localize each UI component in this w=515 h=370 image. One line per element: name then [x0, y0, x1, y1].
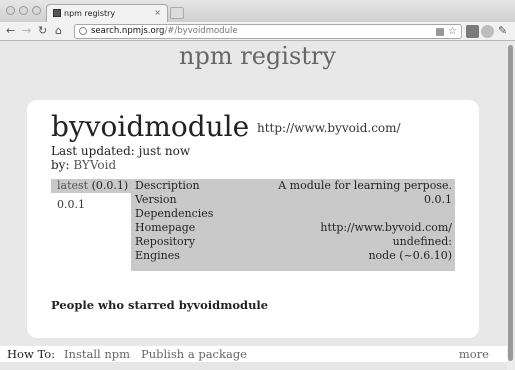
info-row-repository: Repository undefined:	[131, 235, 455, 249]
bookmark-star-icon[interactable]: ☆	[448, 25, 457, 38]
author-link[interactable]: BYVoid	[73, 158, 116, 172]
info-key: Repository	[135, 235, 196, 248]
publish-package-link[interactable]: Publish a package	[141, 346, 247, 362]
latest-version-tag[interactable]: latest (0.0.1)	[51, 179, 131, 193]
info-value: A module for learning perpose.	[278, 179, 452, 192]
browser-toolbar: ← → ↻ ⌂ search.npmjs.org/#/byvoidmodule …	[0, 22, 515, 41]
howto-label: How To:	[7, 347, 56, 361]
zoom-window-icon[interactable]	[32, 6, 41, 15]
window-titlebar: npm registry ×	[0, 0, 515, 22]
homepage-link[interactable]: http://www.byvoid.com/	[320, 221, 452, 235]
versions-list: latest (0.0.1) 0.0.1	[51, 179, 131, 211]
page-bottom	[0, 362, 515, 370]
tab-close-icon[interactable]: ×	[154, 8, 161, 17]
package-info-table: Description A module for learning perpos…	[131, 179, 455, 271]
wrench-icon[interactable]: ✎	[498, 25, 507, 37]
close-window-icon[interactable]	[6, 6, 15, 15]
site-title: npm registry	[179, 42, 336, 70]
info-value: 0.0.1	[424, 193, 452, 206]
back-arrow-icon[interactable]: ←	[6, 25, 15, 37]
npm-favicon-icon	[53, 9, 61, 17]
rss-icon[interactable]	[436, 28, 444, 36]
reload-icon[interactable]: ↻	[38, 25, 47, 37]
info-value: undefined:	[392, 235, 452, 248]
extension-icon[interactable]	[481, 25, 494, 38]
info-row-version: Version 0.0.1	[131, 193, 455, 207]
address-bar-url: search.npmjs.org/#/byvoidmodule	[91, 26, 238, 36]
info-key: Engines	[135, 249, 180, 262]
home-icon[interactable]: ⌂	[55, 25, 62, 37]
forward-arrow-icon[interactable]: →	[22, 25, 31, 37]
scrollbar-thumb[interactable]	[508, 45, 513, 361]
module-homepage-link[interactable]: http://www.byvoid.com/	[257, 121, 401, 135]
new-tab-button[interactable]	[170, 7, 184, 19]
minimize-window-icon[interactable]	[19, 6, 28, 15]
vertical-scrollbar[interactable]	[507, 41, 515, 370]
browser-tab[interactable]: npm registry ×	[46, 4, 168, 22]
info-row-description: Description A module for learning perpos…	[131, 179, 455, 193]
info-value: node (~0.6.10)	[368, 249, 452, 262]
info-key: Version	[135, 193, 177, 206]
install-npm-link[interactable]: Install npm	[64, 346, 130, 362]
more-link[interactable]: more	[459, 346, 489, 362]
last-updated: Last updated: just now	[51, 144, 191, 158]
author-line: by: BYVoid	[51, 158, 117, 172]
tab-title: npm registry	[64, 9, 116, 18]
page-info-icon[interactable]	[79, 27, 87, 35]
module-name: byvoidmodule	[51, 110, 250, 143]
footer-bar: How To: Install npm Publish a package mo…	[0, 346, 507, 362]
info-key: Dependencies	[135, 207, 214, 220]
info-row-homepage: Homepage http://www.byvoid.com/	[131, 221, 455, 235]
info-row-engines: Engines node (~0.6.10)	[131, 249, 455, 263]
address-bar[interactable]: search.npmjs.org/#/byvoidmodule ☆	[74, 24, 462, 39]
version-item[interactable]: 0.0.1	[51, 198, 131, 211]
starred-heading: People who starred byvoidmodule	[51, 298, 269, 312]
info-key: Homepage	[135, 221, 196, 234]
info-row-dependencies: Dependencies	[131, 207, 455, 221]
extension-icon[interactable]	[466, 25, 479, 38]
package-card: byvoidmodule http://www.byvoid.com/ Last…	[27, 100, 479, 338]
info-key: Description	[135, 179, 200, 192]
